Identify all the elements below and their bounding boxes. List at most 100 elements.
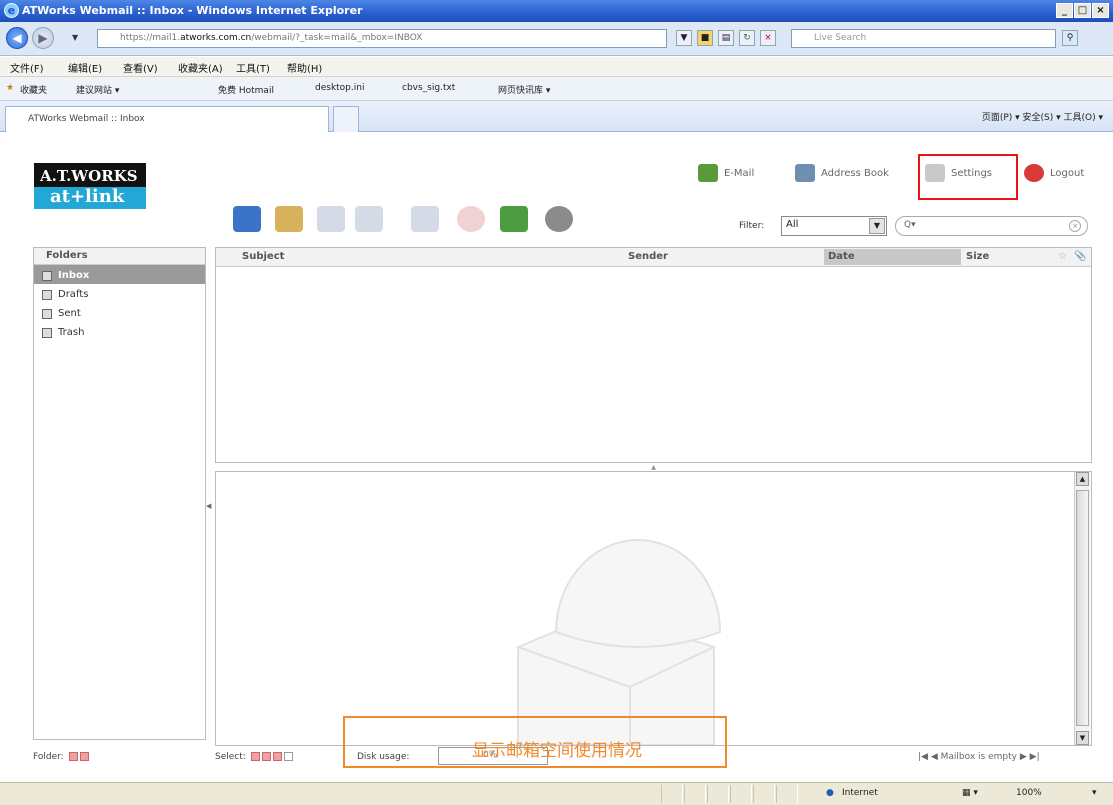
last-page-icon[interactable]: ▶| [1030, 752, 1040, 762]
url-path: /webmail/?_task=mail&_mbox=INBOX [251, 33, 423, 43]
prev-page-icon[interactable]: ◀ [931, 752, 938, 762]
url-field[interactable]: https://mail1.atworks.com.cn/webmail/?_t… [97, 29, 667, 48]
refresh-icon[interactable] [233, 206, 261, 232]
protected-mode-icon[interactable]: ▦ ▾ [962, 788, 978, 798]
status-cell [684, 785, 706, 803]
folder-pane: Folders Inbox Drafts Sent Trash [33, 247, 206, 740]
flag-column-icon[interactable]: ☆ [1058, 251, 1067, 262]
pane-splitter[interactable]: ▲ [215, 464, 1092, 471]
logo-line2: at+link [34, 187, 146, 209]
folder-inbox[interactable]: Inbox [34, 265, 205, 284]
favorites-button[interactable]: 收藏夹 [20, 83, 47, 96]
select-unread-icon[interactable] [261, 752, 271, 761]
nav-email[interactable]: E-Mail [698, 164, 754, 182]
select-none-icon[interactable] [283, 752, 293, 761]
star-icon[interactable]: ★ [6, 83, 14, 93]
next-page-icon[interactable]: ▶ [1020, 752, 1027, 762]
search-input[interactable]: Q▾ × [895, 216, 1088, 236]
folder-options-icon[interactable] [79, 752, 89, 761]
select-label: Select: [215, 752, 246, 762]
security-zone[interactable]: Internet [842, 788, 878, 798]
refresh-page-icon[interactable]: ↻ [739, 30, 755, 46]
new-tab-button[interactable] [333, 106, 359, 132]
folder-trash[interactable]: Trash [34, 322, 205, 341]
scroll-down-icon[interactable]: ▼ [1076, 731, 1089, 745]
select-invert-icon[interactable] [272, 752, 282, 761]
scroll-up-icon[interactable]: ▲ [1076, 472, 1089, 486]
menu-tools[interactable]: 工具(T) [236, 60, 270, 75]
preview-scrollbar[interactable]: ▲ ▼ [1074, 472, 1090, 745]
menu-file[interactable]: 文件(F) [10, 60, 44, 75]
forward-button[interactable]: ▶ [32, 27, 54, 49]
column-size[interactable]: Size [966, 251, 989, 262]
favorites-bar: ★ 收藏夹 建议网站 ▾ 免费 Hotmail desktop.ini cbvs… [0, 77, 1113, 101]
zoom-level[interactable]: 100% [1016, 788, 1042, 798]
search-go-icon[interactable]: ⚲ [1062, 30, 1078, 46]
column-sender[interactable]: Sender [628, 251, 668, 262]
collapse-folders-icon[interactable]: ◀ [206, 502, 211, 510]
select-all-icon[interactable] [250, 752, 260, 761]
reply-icon[interactable] [317, 206, 345, 232]
compatibility-icon[interactable]: ▤ [718, 30, 734, 46]
url-dropdown-icon[interactable]: ▼ [676, 30, 692, 46]
minimize-button[interactable]: _ [1056, 3, 1073, 18]
pagination: |◀ ◀ Mailbox is empty ▶ ▶| [918, 752, 1040, 762]
column-date[interactable]: Date [828, 251, 855, 262]
mailbox-status: Mailbox is empty [940, 752, 1017, 762]
maximize-button[interactable]: □ [1074, 3, 1091, 18]
tab-webmail-inbox[interactable]: ATWorks Webmail :: Inbox [5, 106, 329, 132]
lock-icon[interactable]: ■ [697, 30, 713, 46]
address-toolbar: ◀ ▶ ▼ https://mail1.atworks.com.cn/webma… [0, 22, 1113, 56]
folder-sent[interactable]: Sent [34, 303, 205, 322]
fav-web-slice[interactable]: 网页快讯库 ▾ [498, 83, 550, 96]
command-bar[interactable]: 页面(P) ▾ 安全(S) ▾ 工具(O) ▾ [982, 110, 1103, 123]
status-cell [730, 785, 752, 803]
live-search-input[interactable]: Live Search [791, 29, 1056, 48]
stop-icon[interactable]: × [760, 30, 776, 46]
menu-view[interactable]: 查看(V) [123, 60, 158, 75]
message-list-header: Subject Sender Date Size ☆ 📎 [216, 248, 1091, 267]
fav-desktop-ini[interactable]: desktop.ini [315, 83, 364, 93]
mark-icon[interactable] [500, 206, 528, 232]
fav-suggested-sites[interactable]: 建议网站 ▾ [76, 83, 119, 96]
compose-icon[interactable] [275, 206, 303, 232]
close-button[interactable]: × [1092, 3, 1109, 18]
clear-search-icon[interactable]: × [1069, 220, 1081, 232]
folder-add-icon[interactable] [68, 752, 78, 761]
tab-label: ATWorks Webmail :: Inbox [28, 114, 145, 124]
status-bar: ● Internet ▦ ▾ 100% ▾ [0, 782, 1113, 805]
chevron-down-icon: ▼ [869, 218, 885, 234]
fav-cbvs-sig[interactable]: cbvs_sig.txt [402, 83, 455, 93]
select-actions: Select: [215, 752, 293, 762]
status-cell [707, 785, 729, 803]
scrollbar-thumb[interactable] [1076, 490, 1089, 726]
actions-gear-icon[interactable] [545, 206, 573, 232]
folder-drafts[interactable]: Drafts [34, 284, 205, 303]
atworks-logo[interactable]: A.T.WORKS at+link [34, 163, 146, 215]
zoom-dropdown-icon[interactable]: ▾ [1092, 788, 1097, 798]
ie-logo-icon: e [4, 3, 19, 18]
inbox-icon [42, 270, 52, 281]
menu-edit[interactable]: 编辑(E) [68, 60, 102, 75]
menu-help[interactable]: 帮助(H) [287, 60, 322, 75]
forward-icon[interactable] [411, 206, 439, 232]
filter-select[interactable]: All ▼ [781, 216, 887, 236]
nav-logout-label: Logout [1050, 167, 1085, 179]
email-icon [698, 164, 718, 182]
menu-bar: 文件(F) 编辑(E) 查看(V) 收藏夹(A) 工具(T) 帮助(H) [0, 57, 1113, 77]
first-page-icon[interactable]: |◀ [918, 752, 928, 762]
back-button[interactable]: ◀ [6, 27, 28, 49]
disk-usage-annotation: 显示邮箱空间使用情况 [472, 741, 642, 761]
nav-address-book[interactable]: Address Book [795, 164, 889, 182]
column-subject[interactable]: Subject [242, 251, 284, 262]
delete-icon[interactable] [457, 206, 485, 232]
nav-logout[interactable]: Logout [1024, 164, 1084, 182]
filter-label: Filter: [739, 221, 765, 231]
fav-hotmail[interactable]: 免费 Hotmail [218, 83, 274, 96]
menu-favorites[interactable]: 收藏夹(A) [178, 60, 223, 75]
status-cell [753, 785, 775, 803]
drafts-icon [42, 289, 52, 300]
reply-all-icon[interactable] [355, 206, 383, 232]
attachment-column-icon[interactable]: 📎 [1074, 251, 1086, 262]
recent-pages-dropdown[interactable]: ▼ [72, 33, 78, 42]
